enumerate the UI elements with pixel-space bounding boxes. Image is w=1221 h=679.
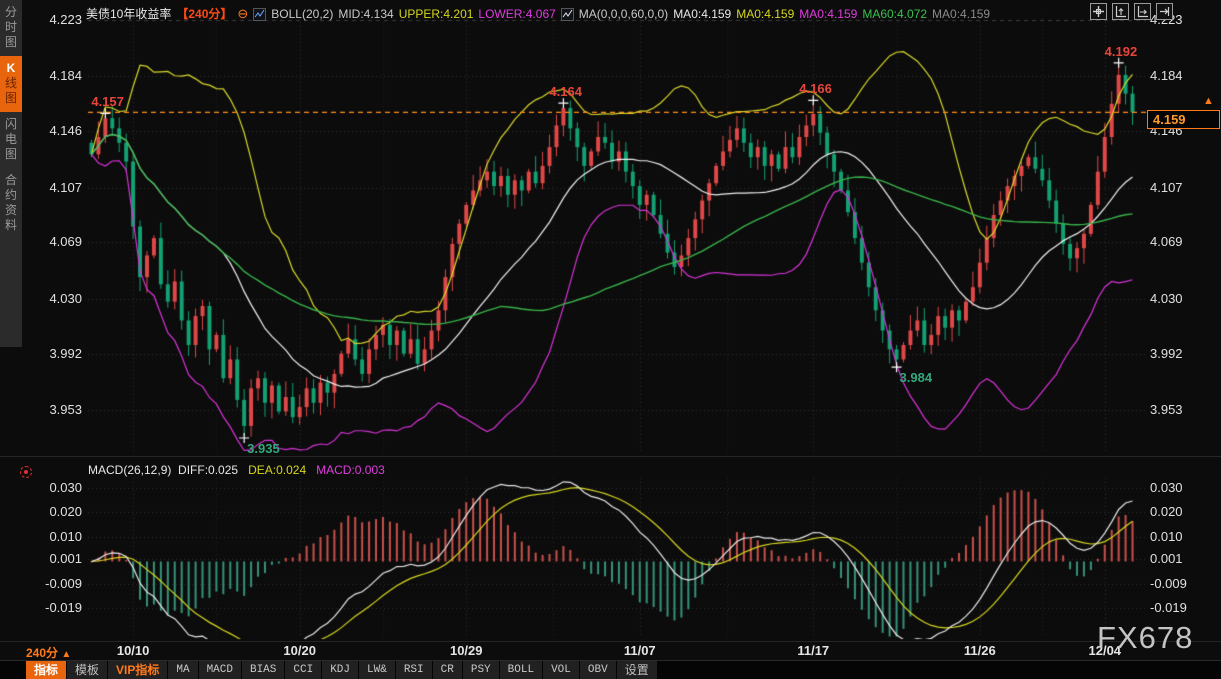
macd-panel-settings-icon[interactable] — [20, 466, 32, 478]
macd-y-label-left: -0.009 — [28, 577, 82, 591]
main-y-label-right: 4.069 — [1150, 235, 1183, 249]
toolbar-tab-VIP指标[interactable]: VIP指标 — [108, 661, 167, 679]
sidebar-item-1[interactable]: K线图 — [0, 56, 22, 112]
sidebar-item-0[interactable]: 分时图 — [0, 0, 22, 56]
chart-tool-buttons — [1090, 3, 1173, 20]
main-y-label-left: 4.184 — [28, 69, 82, 83]
indicator-header: 美债10年收益率 【240分】 ⊖ BOLL(20,2) MID:4.134 U… — [86, 5, 990, 22]
ma-config-label: MA(0,0,0,60,0,0) — [579, 7, 668, 21]
boll-lower-value: LOWER:4.067 — [478, 7, 555, 21]
price-extreme-annotation: 4.157 — [91, 94, 124, 109]
main-y-label-right: 4.030 — [1150, 292, 1183, 306]
ma-indicator-icon[interactable] — [561, 8, 574, 21]
main-y-label-left: 4.030 — [28, 292, 82, 306]
toolbar-tab-设置[interactable]: 设置 — [617, 661, 657, 679]
candlestick-chart-canvas[interactable] — [0, 0, 1221, 679]
main-y-label-left: 4.146 — [28, 124, 82, 138]
toolbar-tab-KDJ[interactable]: KDJ — [322, 661, 358, 679]
macd-y-label-right: -0.019 — [1150, 601, 1187, 615]
price-up-arrow-icon: ▲ — [1203, 95, 1214, 107]
main-y-label-right: 3.953 — [1150, 403, 1183, 417]
collapse-circle-minus-icon[interactable]: ⊖ — [237, 6, 248, 22]
macd-y-label-left: 0.020 — [28, 505, 82, 519]
macd-y-label-left: -0.019 — [28, 601, 82, 615]
indicator-toolbar: 指标模板VIP指标MAMACDBIASCCIKDJLW&RSICRPSYBOLL… — [0, 660, 1221, 679]
main-y-label-left: 4.223 — [28, 13, 82, 27]
toolbar-tab-OBV[interactable]: OBV — [580, 661, 616, 679]
instrument-title: 美债10年收益率 — [86, 5, 171, 22]
x-axis-date-label: 11/07 — [624, 643, 656, 658]
boll-label: BOLL(20,2) — [271, 7, 333, 21]
axis-separator — [0, 641, 1221, 642]
macd-y-label-left: 0.010 — [28, 530, 82, 544]
macd-y-label-left: 0.001 — [28, 552, 82, 566]
timeframe-dropdown-arrow-icon: ▲ — [61, 649, 71, 660]
timeframe-label[interactable]: 240分 ▲ — [26, 644, 71, 661]
ma0-magenta-value: MA0:4.159 — [799, 7, 857, 21]
macd-y-label-right: -0.009 — [1150, 577, 1187, 591]
x-axis-date-label: 10/10 — [117, 643, 150, 658]
toolbar-tab-LW&[interactable]: LW& — [359, 661, 395, 679]
main-y-label-right: 4.184 — [1150, 69, 1183, 83]
x-axis-date-label: 11/26 — [964, 643, 996, 658]
macd-y-label-right: 0.010 — [1150, 530, 1183, 544]
toolbar-tab-模板[interactable]: 模板 — [67, 661, 107, 679]
toolbar-tab-RSI[interactable]: RSI — [396, 661, 432, 679]
macd-header: MACD(26,12,9) DIFF:0.025 DEA:0.024 MACD:… — [88, 463, 385, 477]
macd-macd-value: MACD:0.003 — [316, 463, 385, 477]
main-y-label-right: 4.107 — [1150, 181, 1183, 195]
macd-y-label-right: 0.020 — [1150, 505, 1183, 519]
toolbar-tab-MA[interactable]: MA — [168, 661, 197, 679]
toolbar-tab-BOLL[interactable]: BOLL — [500, 661, 542, 679]
main-y-label-right: 3.992 — [1150, 347, 1183, 361]
main-y-label-left: 4.069 — [28, 235, 82, 249]
main-y-label-left: 3.953 — [28, 403, 82, 417]
price-extreme-annotation: 3.935 — [247, 441, 280, 456]
ma0-yellow-value: MA0:4.159 — [736, 7, 794, 21]
x-axis-date-label: 11/17 — [797, 643, 829, 658]
toolbar-tab-VOL[interactable]: VOL — [543, 661, 579, 679]
toolbar-tab-PSY[interactable]: PSY — [463, 661, 499, 679]
price-extreme-annotation: 4.192 — [1105, 44, 1138, 59]
price-extreme-annotation: 4.164 — [549, 84, 582, 99]
x-axis-date-label: 10/29 — [450, 643, 483, 658]
period-label: 【240分】 — [176, 5, 232, 22]
scale-x-axis-icon[interactable] — [1134, 3, 1151, 20]
sidebar-item-3[interactable]: 合约资料 — [0, 168, 22, 239]
price-extreme-annotation: 3.984 — [900, 370, 933, 385]
sidebar-item-2[interactable]: 闪电图 — [0, 112, 22, 168]
toolbar-tab-BIAS[interactable]: BIAS — [242, 661, 284, 679]
trading-app-window: 分时图K线图闪电图合约资料 美债10年收益率 【240分】 ⊖ BOLL(20,… — [0, 0, 1221, 679]
macd-y-label-right: 0.001 — [1150, 552, 1183, 566]
macd-y-label-right: 0.030 — [1150, 481, 1183, 495]
price-extreme-annotation: 4.166 — [799, 81, 832, 96]
boll-upper-value: UPPER:4.201 — [399, 7, 474, 21]
pan-right-icon[interactable] — [1156, 3, 1173, 20]
toolbar-tab-CR[interactable]: CR — [433, 661, 462, 679]
crosshair-move-icon[interactable] — [1090, 3, 1107, 20]
boll-indicator-icon[interactable] — [253, 8, 266, 21]
ma60-value: MA60:4.072 — [862, 7, 927, 21]
toolbar-tab-CCI[interactable]: CCI — [285, 661, 321, 679]
current-price-badge: 4.159 — [1147, 110, 1220, 129]
macd-dea-value: DEA:0.024 — [248, 463, 306, 477]
toolbar-spacer — [0, 661, 26, 679]
panel-separator[interactable] — [0, 456, 1221, 457]
boll-mid-value: MID:4.134 — [338, 7, 393, 21]
toolbar-tab-MACD[interactable]: MACD — [199, 661, 241, 679]
macd-label-and-diff: MACD(26,12,9) DIFF:0.025 — [88, 463, 238, 477]
x-axis-date-label: 10/20 — [283, 643, 316, 658]
scale-y-axis-icon[interactable] — [1112, 3, 1129, 20]
ma0-white-value: MA0:4.159 — [673, 7, 731, 21]
macd-y-label-left: 0.030 — [28, 481, 82, 495]
main-y-label-left: 3.992 — [28, 347, 82, 361]
fx678-watermark: FX678 — [1097, 620, 1193, 656]
toolbar-tab-指标[interactable]: 指标 — [26, 661, 66, 679]
ma0-gray-value: MA0:4.159 — [932, 7, 990, 21]
main-y-label-left: 4.107 — [28, 181, 82, 195]
chart-mode-sidebar: 分时图K线图闪电图合约资料 — [0, 0, 22, 347]
